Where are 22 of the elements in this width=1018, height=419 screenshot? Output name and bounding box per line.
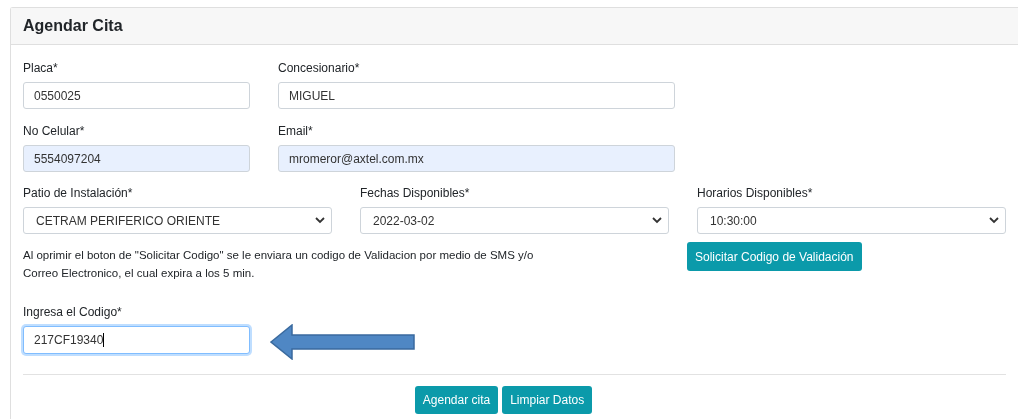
field-label: Horarios Disponibles* xyxy=(697,185,814,202)
input-field[interactable]: MIGUEL xyxy=(278,82,675,109)
field-label: Fechas Disponibles* xyxy=(360,185,471,202)
select-field[interactable]: CETRAM PERIFERICO ORIENTE xyxy=(23,207,332,234)
notice-text: Al oprimir el boton de "Solicitar Codigo" se le enviara un codigo de Validacion por medio de SMS y/o Correo Electronico, el cual expira a los 5 min. xyxy=(23,248,535,281)
arrow-left-icon xyxy=(270,324,416,360)
code-input-field[interactable]: 217CF19340 xyxy=(23,326,250,354)
field-label: No Celular* xyxy=(23,123,86,140)
field-label: Concesionario* xyxy=(278,60,361,77)
input-field[interactable]: 0550025 xyxy=(23,82,250,109)
field-label: Patio de Instalación* xyxy=(23,185,134,202)
input-field[interactable]: 5554097204 xyxy=(23,145,250,172)
select-field[interactable]: 2022-03-02 xyxy=(360,207,669,234)
chevron-down-icon xyxy=(315,217,325,224)
field-label: Email* xyxy=(278,123,314,140)
field-label: Ingresa el Codigo* xyxy=(23,304,123,321)
chevron-down-icon xyxy=(652,217,662,224)
chevron-down-icon xyxy=(989,217,999,224)
card-title: Agendar Cita xyxy=(23,16,123,36)
input-field[interactable]: mromeror@axtel.com.mx xyxy=(278,145,675,172)
select-field[interactable]: 10:30:00 xyxy=(697,207,1006,234)
field-label: Placa* xyxy=(23,60,59,77)
